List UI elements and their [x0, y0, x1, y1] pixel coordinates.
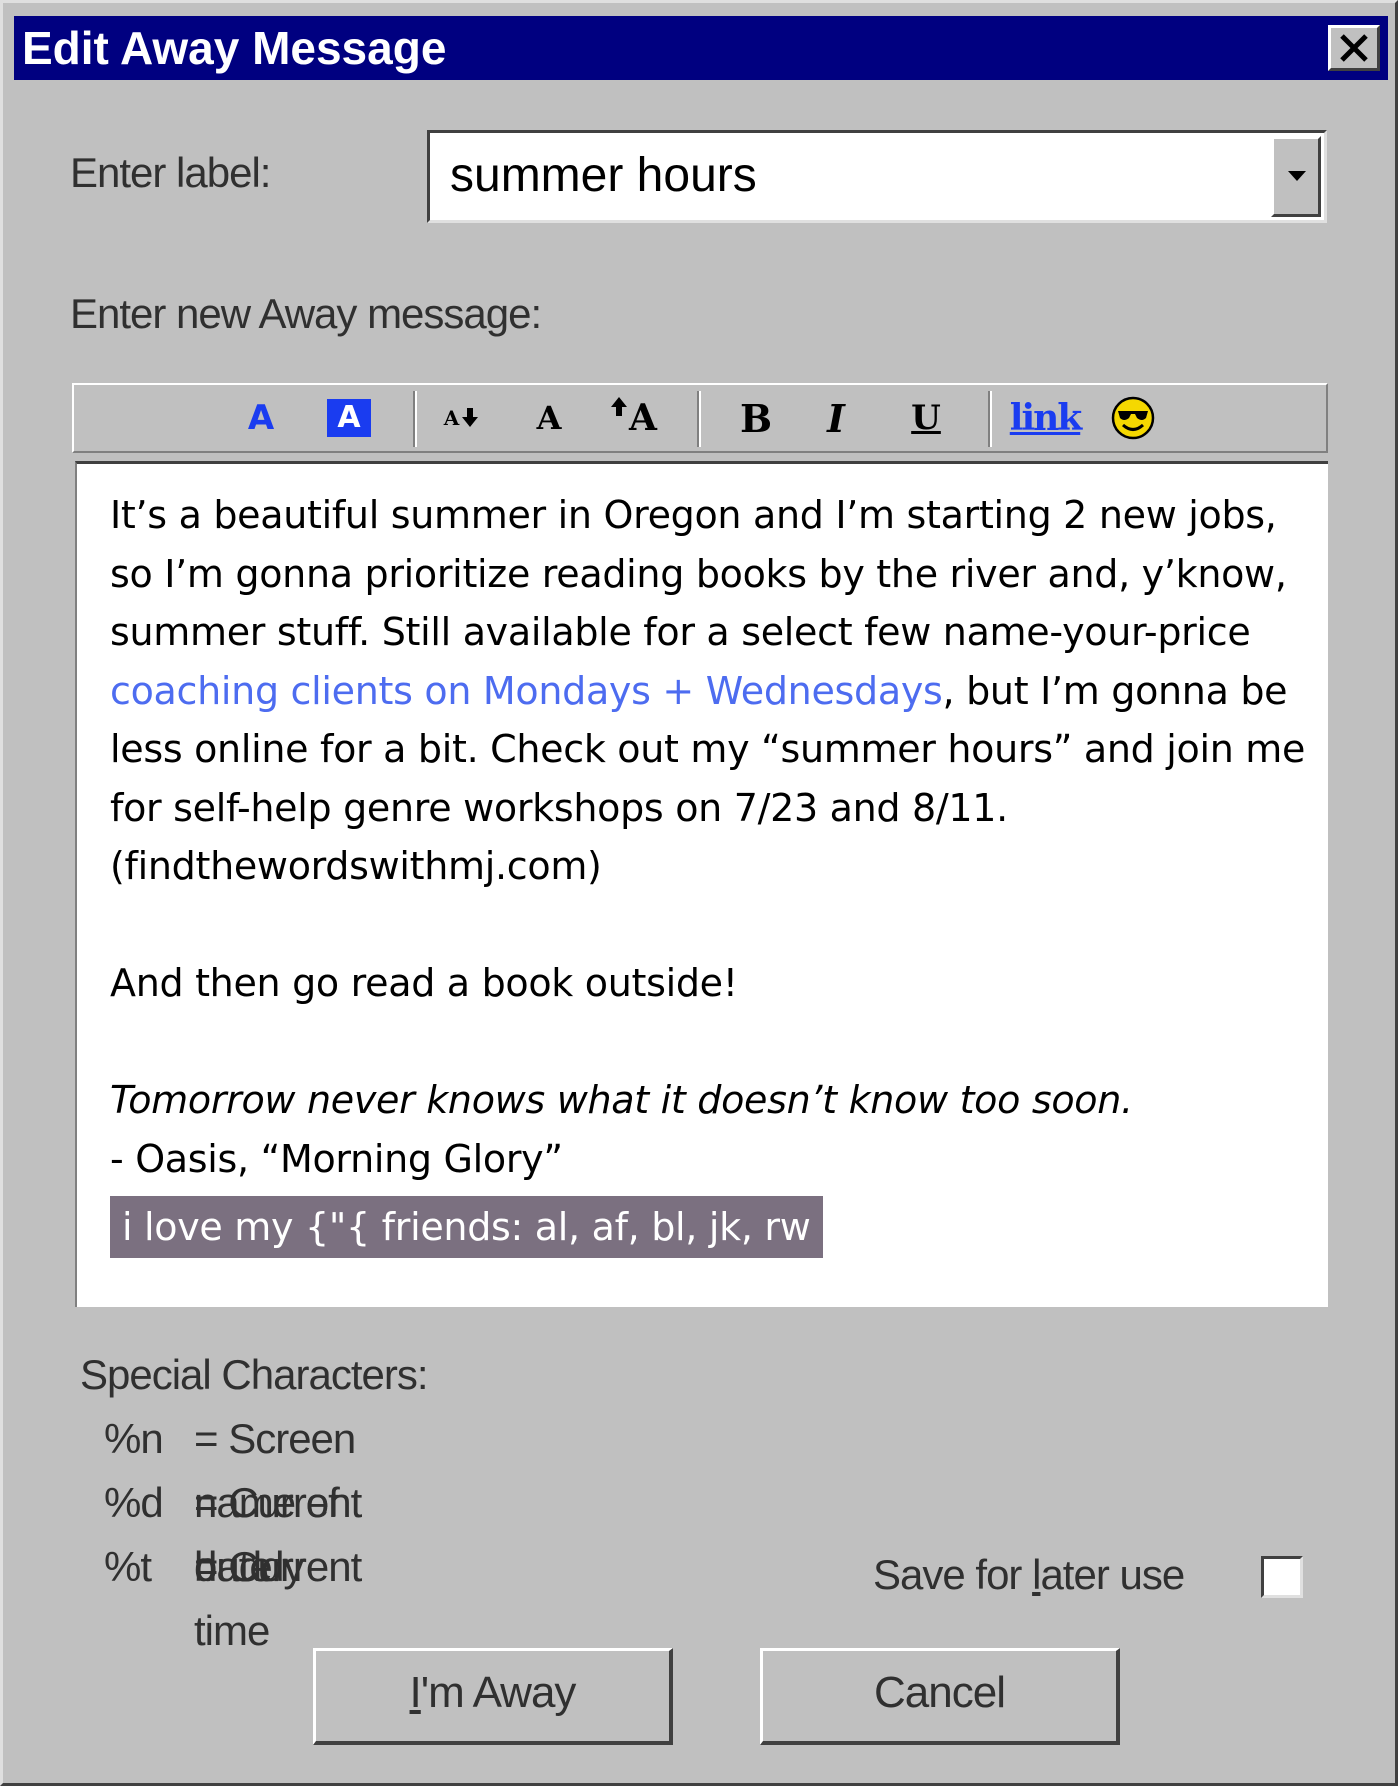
label-part: ater use	[1040, 1551, 1185, 1598]
label-combobox[interactable]: summer hours	[427, 130, 1327, 223]
highlighted-tagline: i love my {"{ friends: al, af, bl, jk, r…	[110, 1196, 823, 1258]
special-char-desc: = Current time	[194, 1543, 362, 1654]
label-caption: Enter label:	[70, 149, 271, 196]
close-icon	[1340, 34, 1368, 62]
save-for-later-checkbox[interactable]	[1261, 1556, 1303, 1598]
away-message-editor[interactable]: It’s a beautiful summer in Oregon and I’…	[75, 461, 1328, 1307]
insert-link-button[interactable]: link	[1007, 395, 1083, 441]
away-message-text[interactable]: It’s a beautiful summer in Oregon and I’…	[110, 486, 1310, 1258]
edit-away-message-dialog: Edit Away Message Enter label: summer ho…	[0, 0, 1398, 1786]
message-link-text[interactable]: coaching clients on Mondays + Wednesdays	[110, 669, 943, 713]
underline-icon: U	[911, 398, 941, 438]
background-color-icon: A	[327, 399, 371, 437]
toolbar-separator	[697, 391, 701, 447]
message-paragraph: It’s a beautiful summer in Oregon and I’…	[110, 486, 1310, 896]
message-line: And then go read a book outside!	[110, 961, 738, 1005]
button-label: Cancel	[874, 1668, 1006, 1717]
special-characters-legend: Special Characters: %n = Screen name of …	[80, 1343, 428, 1654]
quote-attribution: - Oasis, “Morning Glory”	[110, 1136, 563, 1181]
quote-line: Tomorrow never knows what it doesn’t kno…	[110, 1078, 1133, 1122]
arrow-up-icon	[611, 397, 628, 416]
save-for-later-label[interactable]: Save for later use	[873, 1551, 1185, 1599]
toolbar-separator	[988, 391, 992, 447]
label-dropdown-button[interactable]	[1271, 136, 1321, 217]
cancel-button[interactable]: Cancel	[760, 1648, 1120, 1745]
im-away-button[interactable]: I'm Away	[313, 1648, 673, 1745]
chevron-down-icon	[1288, 171, 1306, 181]
special-char-row: %t = Current time	[80, 1535, 428, 1654]
button-label: 'm Away	[420, 1668, 577, 1717]
larger-font-icon: A	[629, 397, 657, 439]
normal-font-button[interactable]: A	[529, 395, 569, 441]
special-char-row: %d = Current date	[80, 1471, 428, 1590]
close-button[interactable]	[1328, 25, 1380, 71]
label-input[interactable]: summer hours	[450, 149, 757, 203]
toolbar-separator	[413, 391, 417, 447]
button-accelerator: I	[409, 1668, 422, 1717]
link-icon: link	[1009, 397, 1082, 439]
special-char-code: %n	[104, 1415, 164, 1462]
special-char-code: %t	[104, 1543, 152, 1590]
special-char-code: %d	[104, 1479, 164, 1526]
underline-button[interactable]: U	[904, 395, 948, 441]
special-char-row: %n = Screen name of buddy	[80, 1407, 428, 1590]
message-text: It’s a beautiful summer in Oregon and I’…	[110, 493, 1287, 654]
background-color-button[interactable]: A	[324, 395, 374, 441]
title-bar[interactable]: Edit Away Message	[14, 16, 1388, 80]
decrease-font-button[interactable]: A	[436, 395, 486, 441]
italic-icon: I	[827, 395, 845, 441]
normal-font-icon: A	[536, 399, 562, 437]
window-title: Edit Away Message	[22, 22, 447, 74]
bold-button[interactable]: B	[734, 395, 778, 441]
arrow-down-icon	[462, 408, 479, 427]
special-characters-heading: Special Characters:	[80, 1351, 428, 1398]
text-color-button[interactable]: A	[241, 395, 281, 441]
insert-smiley-button[interactable]	[1108, 395, 1158, 441]
format-toolbar: A A A A A B I U link	[72, 383, 1328, 453]
text-color-icon: A	[247, 398, 275, 438]
increase-font-button[interactable]: A	[604, 395, 664, 441]
italic-button[interactable]: I	[814, 395, 858, 441]
smiley-sunglasses-icon	[1111, 396, 1155, 440]
label-part: Save for	[873, 1551, 1033, 1598]
message-caption: Enter new Away message:	[70, 290, 542, 337]
bold-icon: B	[739, 395, 773, 441]
smaller-font-icon: A	[443, 406, 460, 430]
